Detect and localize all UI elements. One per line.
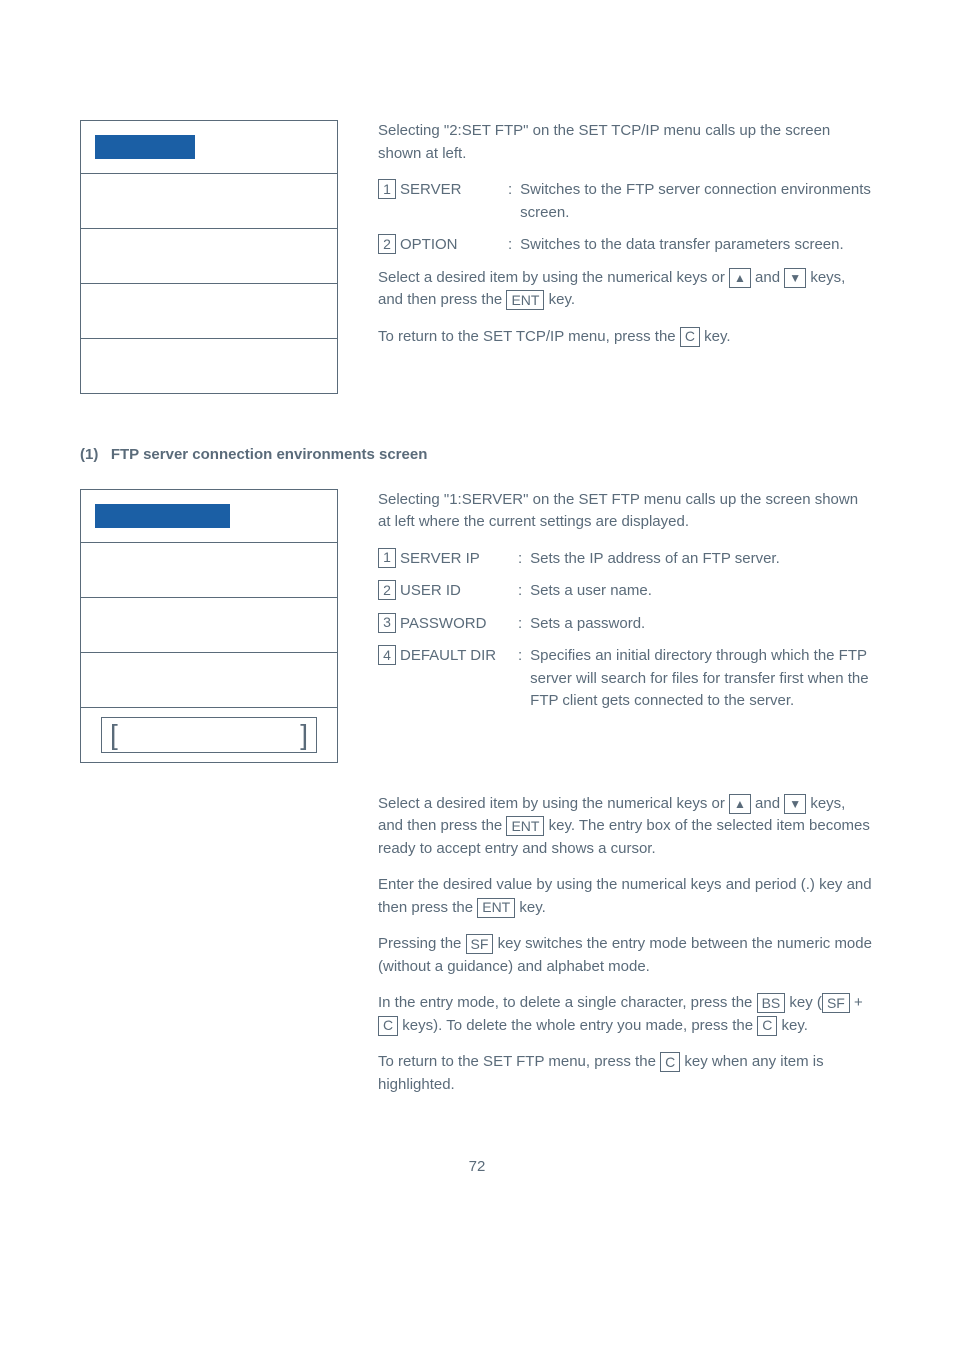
option-number: 1 bbox=[378, 548, 396, 568]
option-row: 2 USER ID : Sets a user name. bbox=[378, 580, 874, 603]
c-key: C bbox=[660, 1052, 680, 1072]
option-desc: Switches to the FTP server connection en… bbox=[520, 179, 874, 224]
delete-instruction: In the entry mode, to delete a single ch… bbox=[378, 992, 874, 1037]
select-instruction: Select a desired item by using the numer… bbox=[378, 267, 874, 312]
colon: : bbox=[518, 645, 522, 668]
option-number: 2 bbox=[378, 580, 396, 600]
option-label-text: OPTION bbox=[400, 234, 458, 257]
colon: : bbox=[518, 580, 522, 603]
section2-intro: Selecting "1:SERVER" on the SET FTP menu… bbox=[378, 489, 874, 534]
option-desc: Sets a password. bbox=[530, 613, 645, 636]
option-label-text: SERVER IP bbox=[400, 548, 480, 571]
return-instruction-2: To return to the SET FTP menu, press the… bbox=[378, 1051, 874, 1096]
screen-title-bar bbox=[95, 135, 195, 159]
sf-key: SF bbox=[466, 934, 494, 954]
screen-illustration-2: [ ] bbox=[80, 489, 338, 763]
screen-title-bar bbox=[95, 504, 230, 528]
c-key: C bbox=[757, 1016, 777, 1036]
option-row: 4 DEFAULT DIR : Specifies an initial dir… bbox=[378, 645, 874, 713]
up-arrow-key: ▲ bbox=[729, 268, 751, 288]
option-row: 3 PASSWORD : Sets a password. bbox=[378, 613, 874, 636]
up-arrow-key: ▲ bbox=[729, 794, 751, 814]
colon: : bbox=[518, 613, 522, 636]
sf-instruction: Pressing the SF key switches the entry m… bbox=[378, 933, 874, 978]
section-heading: (1) FTP server connection environments s… bbox=[80, 444, 874, 467]
colon: : bbox=[518, 548, 522, 571]
option-row: 1 SERVER : Switches to the FTP server co… bbox=[378, 179, 874, 224]
sf-key: SF bbox=[822, 993, 850, 1013]
colon: : bbox=[508, 234, 512, 257]
option-number: 3 bbox=[378, 613, 396, 633]
option-desc: Specifies an initial directory through w… bbox=[530, 645, 874, 713]
option-label-text: SERVER bbox=[400, 179, 461, 202]
ent-key: ENT bbox=[477, 898, 515, 918]
return-instruction: To return to the SET TCP/IP menu, press … bbox=[378, 326, 874, 349]
option-label-text: USER ID bbox=[400, 580, 461, 603]
screen-illustration-1 bbox=[80, 120, 338, 394]
ent-key: ENT bbox=[506, 816, 544, 836]
enter-value-instruction: Enter the desired value by using the num… bbox=[378, 874, 874, 919]
down-arrow-key: ▼ bbox=[784, 794, 806, 814]
option-number: 4 bbox=[378, 645, 396, 665]
option-row: 2 OPTION : Switches to the data transfer… bbox=[378, 234, 874, 257]
option-label-text: PASSWORD bbox=[400, 613, 486, 636]
right-bracket: ] bbox=[300, 721, 308, 749]
option-number: 1 bbox=[378, 179, 396, 199]
select-instruction-2: Select a desired item by using the numer… bbox=[378, 793, 874, 861]
option-desc: Sets the IP address of an FTP server. bbox=[530, 548, 780, 571]
c-key: C bbox=[378, 1016, 398, 1036]
option-desc: Switches to the data transfer parameters… bbox=[520, 234, 844, 257]
ent-key: ENT bbox=[506, 290, 544, 310]
entry-field: [ ] bbox=[101, 717, 317, 753]
section1-intro: Selecting "2:SET FTP" on the SET TCP/IP … bbox=[378, 120, 874, 165]
bs-key: BS bbox=[757, 993, 786, 1013]
c-key: C bbox=[680, 327, 700, 347]
option-desc: Sets a user name. bbox=[530, 580, 652, 603]
option-row: 1 SERVER IP : Sets the IP address of an … bbox=[378, 548, 874, 571]
down-arrow-key: ▼ bbox=[784, 268, 806, 288]
option-label-text: DEFAULT DIR bbox=[400, 645, 496, 668]
colon: : bbox=[508, 179, 512, 202]
page-number: 72 bbox=[80, 1156, 874, 1179]
left-bracket: [ bbox=[110, 721, 118, 749]
option-number: 2 bbox=[378, 234, 396, 254]
